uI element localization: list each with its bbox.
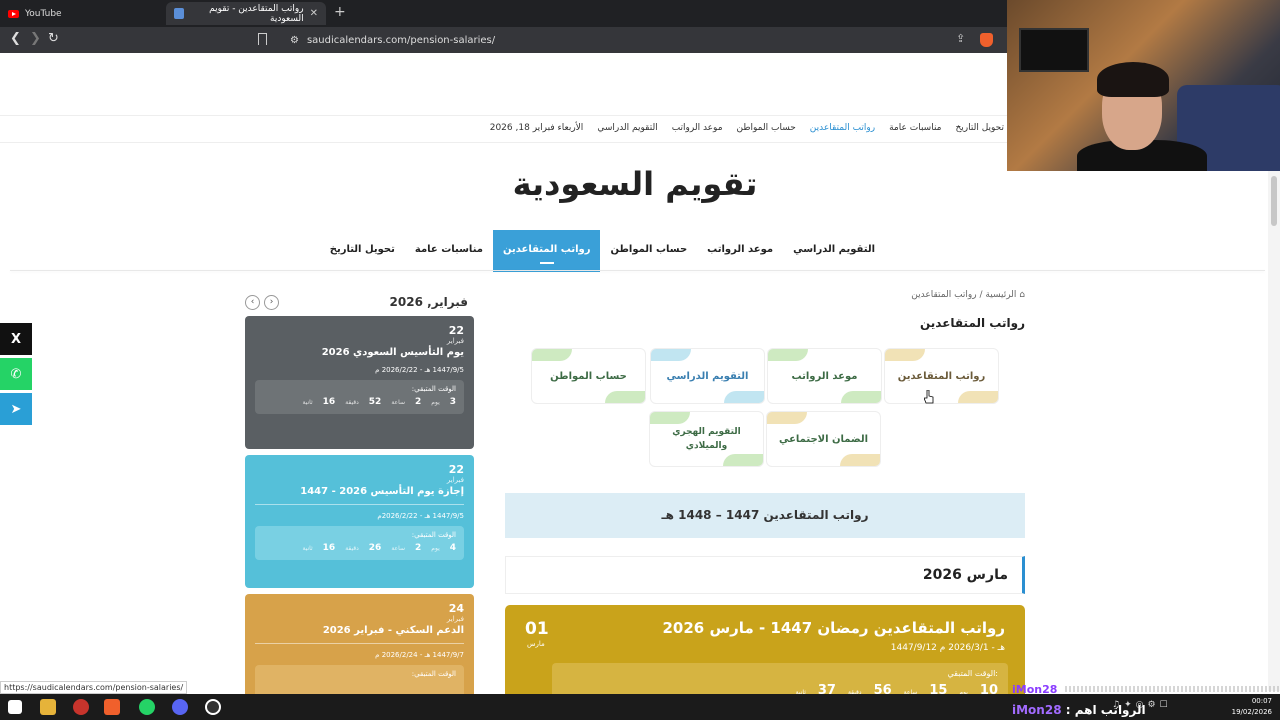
event-card[interactable]: 22 فبراير يوم التأسيس السعودي 2026 1447/… — [245, 316, 474, 449]
event-card[interactable]: 22 فبراير إجازة يوم التأسيس 2026 - 1447 … — [245, 455, 474, 588]
nav-school-calendar[interactable]: التقويم الدراسي — [783, 230, 885, 272]
event-month: فبراير — [446, 337, 464, 345]
share-icon[interactable]: ⇪ — [956, 32, 965, 45]
windows-start-icon[interactable] — [8, 700, 22, 714]
status-url: https://saudicalendars.com/pension-salar… — [0, 681, 188, 694]
whatsapp-app-icon[interactable] — [139, 699, 155, 715]
home-icon[interactable]: ⌂ — [1019, 290, 1025, 300]
event-day: 22 — [448, 463, 464, 476]
topnav-public-events[interactable]: مناسبات عامة — [889, 123, 941, 133]
breadcrumb-home[interactable]: الرئيسية — [985, 290, 1016, 300]
topnav-salaries-date[interactable]: موعد الرواتب — [672, 123, 723, 133]
calendar-prev-icon[interactable]: ‹ — [245, 295, 260, 310]
pension-salaries-banner: رواتب المتقاعدين 1447 – 1448 هـ — [505, 493, 1025, 538]
event-day: 24 — [448, 602, 464, 615]
quicklink-salaries-date[interactable]: موعد الرواتب — [767, 348, 882, 404]
month-header: مارس 2026 — [505, 556, 1025, 594]
forward-icon[interactable]: ❯ — [30, 31, 41, 46]
event-card[interactable]: 24 فبراير الدعم السكني - فبراير 2026 144… — [245, 594, 474, 704]
screen: YouTube رواتب المتقاعدين - تقويم السعودي… — [0, 0, 1280, 720]
calendar-next-icon[interactable]: › — [264, 295, 279, 310]
tab-pension-salaries[interactable]: رواتب المتقاعدين - تقويم السعودية ✕ — [166, 2, 326, 25]
top-nav: الأربعاء فبراير 18, 2026 التقويم الدراسي… — [490, 123, 1004, 133]
event-date: 1447/9/5 هـ - 2026/2/22م — [377, 512, 464, 520]
file-explorer-icon[interactable] — [40, 699, 56, 715]
calendar-month: فبراير, 2026 — [389, 295, 468, 309]
url-text: saudicalendars.com/pension-salaries/ — [306, 34, 496, 46]
countdown-label: الوقت المتبقي: — [411, 385, 456, 393]
site-icon — [174, 8, 184, 19]
telegram-icon: ➤ — [10, 401, 22, 417]
current-date: الأربعاء فبراير 18, 2026 — [489, 123, 584, 133]
tab-youtube[interactable]: YouTube — [0, 2, 165, 25]
event-date: 1447/9/7 هـ - 2026/2/24 م — [375, 651, 464, 659]
countdown-label: الوقت المتبقي: — [411, 531, 456, 539]
close-tab-icon[interactable]: ✕ — [310, 8, 318, 19]
quicklink-social-security[interactable]: الضمان الاجتماعي — [766, 411, 881, 467]
site-info-icon[interactable]: ⚙ — [290, 35, 299, 46]
app-icon[interactable] — [73, 699, 89, 715]
brave-icon[interactable] — [104, 699, 120, 715]
event-day: 01 — [525, 619, 549, 639]
nav-pension-salaries[interactable]: رواتب المتقاعدين — [492, 230, 601, 272]
new-tab-button[interactable]: + — [334, 4, 346, 20]
topnav-school-calendar[interactable]: التقويم الدراسي — [597, 123, 657, 133]
event-month: مارس — [527, 640, 545, 648]
youtube-icon — [8, 9, 19, 18]
tab-label: YouTube — [25, 8, 62, 19]
event-countdown: الوقت المتبقي: 4 يوم 2 ساعة 26 دقيقة 16 ثاني… — [255, 526, 464, 560]
nav-date-converter[interactable]: تحويل التاريخ — [320, 230, 405, 272]
site-title[interactable]: تقويم السعودية — [0, 165, 1270, 203]
reload-icon[interactable]: ↻ — [48, 31, 59, 46]
clock[interactable]: 00:07 19/02/2026 — [1232, 696, 1272, 718]
whatsapp-icon: ✆ — [10, 366, 22, 382]
main-nav: التقويم الدراسي موعد الرواتب حساب المواط… — [330, 230, 885, 272]
event-month: فبراير — [446, 476, 464, 484]
nav-public-events[interactable]: مناسبات عامة — [405, 230, 493, 272]
topnav-citizen-account[interactable]: حساب المواطن — [737, 123, 796, 133]
topnav-date-converter[interactable]: تحويل التاريخ — [955, 123, 1004, 133]
quicklink-hijri-calendar[interactable]: التقويم الهجري والميلادي — [649, 411, 764, 467]
section-title: رواتب المتقاعدين — [919, 316, 1025, 330]
quicklink-pension-salaries[interactable]: رواتب المتقاعدين — [884, 348, 999, 404]
nav-citizen-account[interactable]: حساب المواطن — [600, 230, 697, 272]
quicklink-citizen-account[interactable]: حساب المواطن — [531, 348, 646, 404]
brave-shield-icon[interactable] — [980, 33, 993, 47]
system-tray-icons[interactable]: ♫✦◎⚙☐ — [1112, 700, 1172, 710]
share-telegram-button[interactable]: ➤ — [0, 393, 32, 425]
breadcrumb: ⌂ الرئيسية / رواتب المتقاعدين — [911, 290, 1025, 300]
event-month: فبراير — [446, 615, 464, 623]
event-title: إجازة يوم التأسيس 2026 - 1447 — [300, 486, 464, 497]
url-field[interactable]: ⚙ saudicalendars.com/pension-salaries/ — [280, 30, 1035, 50]
topnav-pension-salaries[interactable]: رواتب المتقاعدين — [810, 123, 875, 133]
breadcrumb-current: رواتب المتقاعدين — [911, 290, 977, 300]
pension-event-card[interactable]: رواتب المتقاعدين رمضان 1447 - مارس 2026 … — [505, 605, 1025, 705]
page-scrollbar[interactable] — [1268, 171, 1280, 691]
back-icon[interactable]: ❮ — [10, 31, 21, 46]
event-title: الدعم السكني - فبراير 2026 — [322, 625, 464, 636]
event-title: رواتب المتقاعدين رمضان 1447 - مارس 2026 — [662, 619, 1006, 637]
webcam-overlay — [1007, 0, 1280, 171]
event-countdown: الوقت المتبقي: 3 يوم 2 ساعة 52 دقيقة 16 ثاني… — [255, 380, 464, 414]
share-x-button[interactable]: X — [0, 323, 32, 355]
bookmark-icon[interactable] — [258, 33, 267, 45]
event-title: يوم التأسيس السعودي 2026 — [321, 347, 464, 358]
mouse-cursor — [924, 390, 934, 404]
countdown-label: الوقت المتبقي: — [947, 669, 998, 678]
scrollbar-thumb[interactable] — [1271, 176, 1277, 226]
event-date: 1447/9/5 هـ - 2026/2/22 م — [375, 366, 464, 374]
steam-icon[interactable] — [205, 699, 221, 715]
event-day: 22 — [448, 324, 464, 337]
share-whatsapp-button[interactable]: ✆ — [0, 358, 32, 390]
quicklink-school-calendar[interactable]: التقويم الدراسي — [650, 348, 765, 404]
calendar-header: ‹ › فبراير, 2026 — [245, 295, 473, 313]
discord-icon[interactable] — [172, 699, 188, 715]
tab-label: رواتب المتقاعدين - تقويم السعودية — [209, 3, 304, 24]
x-icon: X — [10, 331, 22, 347]
countdown-label: الوقت المتبقي: — [411, 670, 456, 678]
event-date: 1447/9/12 هـ - 2026/3/1 م — [890, 643, 1005, 653]
nav-salaries-date[interactable]: موعد الرواتب — [697, 230, 783, 272]
